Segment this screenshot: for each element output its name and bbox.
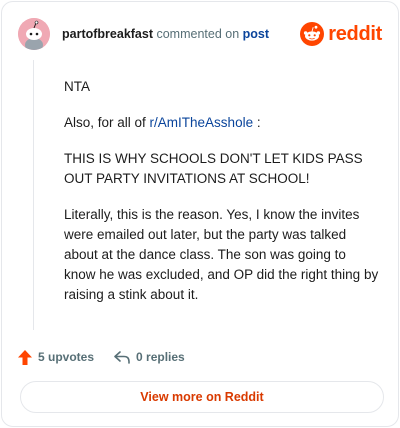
snoo-avatar-icon xyxy=(18,18,50,50)
comment-paragraph: Literally, this is the reason. Yes, I kn… xyxy=(64,207,379,302)
reddit-brand[interactable]: reddit xyxy=(300,21,382,47)
user-avatar[interactable] xyxy=(18,18,50,50)
comment-paragraph: THIS IS WHY SCHOOLS DON'T LET KIDS PASS … xyxy=(64,151,363,186)
comment-header: partofbreakfast commented on post reddit xyxy=(18,18,382,52)
upvotes-count: 5 upvotes xyxy=(38,350,95,364)
view-more-button[interactable]: View more on Reddit xyxy=(20,381,384,413)
comment-paragraph: NTA xyxy=(64,79,90,94)
upvote-arrow-icon xyxy=(18,349,32,365)
comment-text: : xyxy=(253,115,261,130)
embedded-comment-card: partofbreakfast commented on post reddit… xyxy=(1,1,399,427)
comment-text: Also, for all of xyxy=(64,115,150,130)
replies-count: 0 replies xyxy=(136,350,185,364)
reddit-logo-icon xyxy=(300,22,325,46)
comment-paragraph: Also, for all of r/AmITheAsshole : xyxy=(64,113,380,133)
username-link[interactable]: partofbreakfast xyxy=(62,27,153,41)
comment-verb: commented on xyxy=(156,27,240,41)
comment-meta: partofbreakfast commented on post xyxy=(62,27,269,41)
reddit-wordmark: reddit xyxy=(328,22,382,45)
thread-line xyxy=(33,60,34,330)
comment-body: NTA Also, for all of r/AmITheAsshole : T… xyxy=(64,77,380,321)
replies[interactable]: 0 replies xyxy=(114,350,185,364)
upvotes[interactable]: 5 upvotes xyxy=(18,349,95,365)
subreddit-link[interactable]: r/AmITheAsshole xyxy=(150,115,254,130)
comment-footer: 5 upvotes 0 replies xyxy=(18,346,205,368)
reply-arrow-icon xyxy=(114,350,130,364)
post-link[interactable]: post xyxy=(243,27,269,41)
